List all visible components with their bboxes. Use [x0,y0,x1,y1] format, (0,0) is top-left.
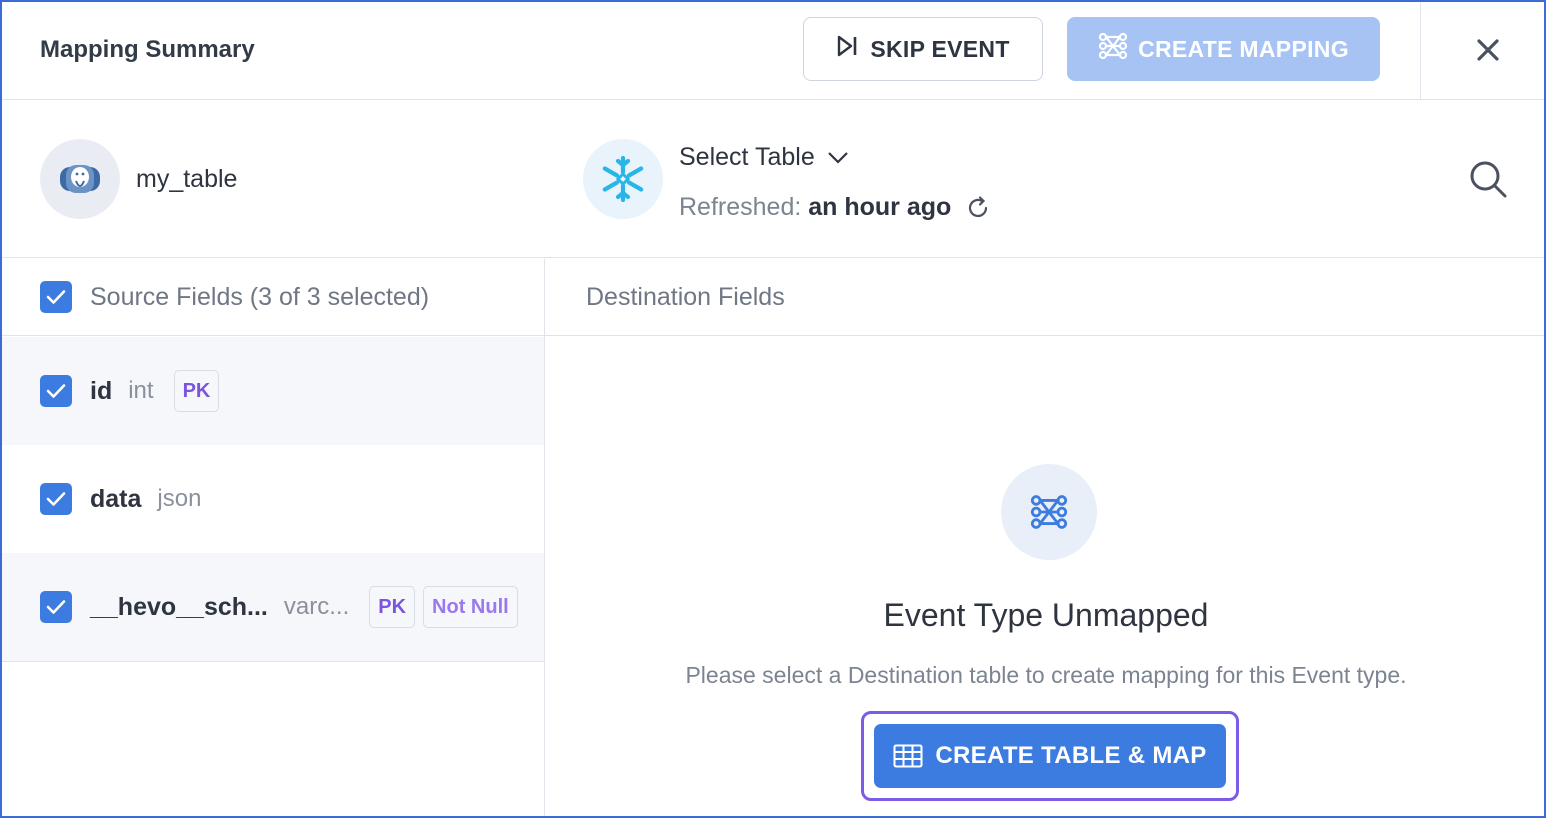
refreshed-label: Refreshed: [679,193,802,221]
field-type: varc... [283,593,350,620]
field-checkbox[interactable] [40,483,72,515]
empty-state-title: Event Type Unmapped [883,597,1209,633]
close-icon [1477,39,1499,61]
skip-event-label: SKIP EVENT [870,35,1010,62]
table-row[interactable]: data json [2,445,544,553]
unmapped-mapping-icon [1001,464,1097,560]
chevron-down-icon [827,151,848,164]
checkmark-icon [46,492,66,506]
refresh-icon[interactable] [965,195,991,221]
close-button[interactable] [1464,26,1512,74]
field-name: id [90,376,113,405]
table-row[interactable]: __hevo__sch... varc... PK Not Null [2,553,544,662]
empty-state-description: Please select a Destination table to cre… [685,662,1407,688]
create-mapping-label: CREATE MAPPING [1138,35,1349,62]
mapping-icon [1098,32,1128,66]
snowflake-icon [583,139,663,219]
column-divider [544,259,545,816]
checkmark-icon [46,290,66,304]
skip-icon [836,34,858,64]
select-all-checkbox[interactable] [40,281,72,313]
create-table-focus-ring: CREATE TABLE & MAP [861,711,1239,801]
column-headers: Source Fields (3 of 3 selected) Destinat… [2,259,1544,336]
field-checkbox[interactable] [40,591,72,623]
postgres-elephant-icon [40,139,120,219]
refreshed-status: Refreshed: an hour ago [679,193,991,222]
field-type: json [157,485,202,512]
skip-event-button[interactable]: SKIP EVENT [803,17,1043,81]
field-checkbox[interactable] [40,375,72,407]
dialog-header: Mapping Summary SKIP EVENT CREATE MAPPIN… [2,2,1544,100]
source-table-name: my_table [136,165,238,193]
checkmark-icon [46,384,66,398]
not-null-badge: Not Null [423,586,518,628]
mapping-summary-dialog: Mapping Summary SKIP EVENT CREATE MAPPIN… [0,0,1546,818]
table-row[interactable]: id int PK [2,337,544,445]
select-table-dropdown[interactable]: Select Table [679,143,849,172]
destination-fields-header: Destination Fields [586,283,785,311]
create-mapping-button[interactable]: CREATE MAPPING [1067,17,1380,81]
checkmark-icon [46,600,66,614]
table-icon [893,744,923,768]
refreshed-value: an hour ago [808,193,952,221]
create-table-label: CREATE TABLE & MAP [935,742,1207,769]
source-field-list: id int PK data json __hevo__sch... varc.… [2,337,544,662]
primary-key-badge: PK [173,370,220,412]
field-name: data [90,484,142,513]
source-fields-header: Source Fields (3 of 3 selected) [40,281,429,313]
source-destination-bar: my_table Select Table Refreshed: an hour… [2,101,1544,258]
source-fields-label: Source Fields (3 of 3 selected) [90,282,430,311]
header-divider [1420,2,1421,100]
primary-key-badge: PK [369,586,416,628]
field-type: int [128,377,154,404]
field-name: __hevo__sch... [90,592,268,621]
select-table-label: Select Table [679,143,815,171]
search-icon [1470,161,1507,198]
create-table-and-map-button[interactable]: CREATE TABLE & MAP [874,724,1226,788]
search-button[interactable] [1466,157,1510,201]
dialog-title: Mapping Summary [40,36,255,63]
